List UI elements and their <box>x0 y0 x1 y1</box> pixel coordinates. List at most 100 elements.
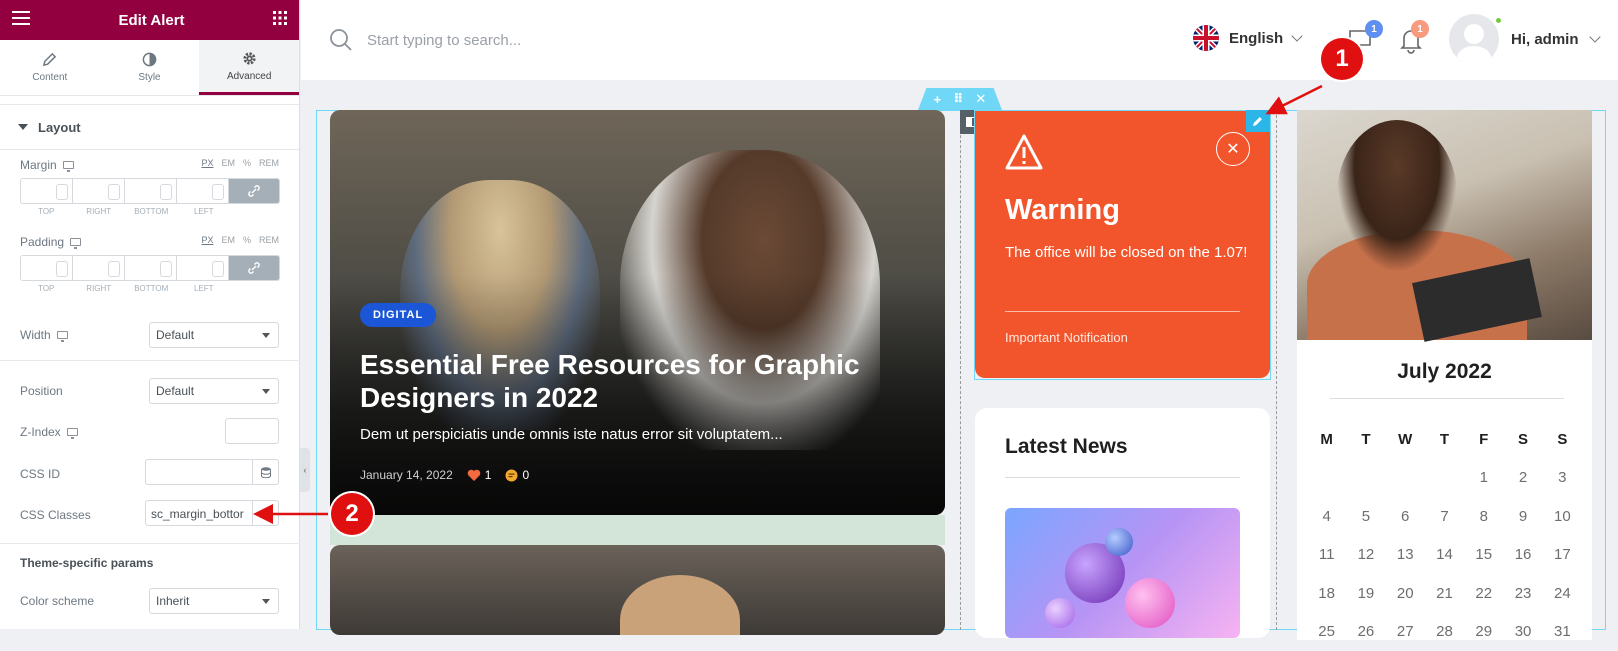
margin-right-input[interactable] <box>73 179 125 203</box>
padding-right-input[interactable] <box>73 256 125 280</box>
padding-units: PX EM % REM <box>201 235 279 245</box>
day-cell[interactable]: 25 <box>1307 623 1346 640</box>
day-cell[interactable]: 14 <box>1425 546 1464 563</box>
tab-advanced[interactable]: Advanced <box>199 40 299 95</box>
unit-em[interactable]: EM <box>221 235 235 245</box>
panel-header: Edit Alert <box>0 0 299 40</box>
editor-panel: Edit Alert Content Style Advanced Layout… <box>0 0 300 629</box>
link-values-icon[interactable] <box>229 179 279 203</box>
day-cell[interactable]: 9 <box>1503 508 1542 525</box>
day-cell[interactable]: 7 <box>1425 508 1464 525</box>
day-cell[interactable]: 28 <box>1425 623 1464 640</box>
day-cell[interactable]: 31 <box>1543 623 1582 640</box>
day-cell[interactable]: 18 <box>1307 585 1346 602</box>
edit-widget-button[interactable] <box>1246 110 1270 132</box>
greeting-text: Hi, <box>1511 31 1530 48</box>
day-cell[interactable]: 13 <box>1386 546 1425 563</box>
margin-left-input[interactable] <box>177 179 229 203</box>
desktop-icon[interactable] <box>67 428 78 436</box>
apps-grid-icon[interactable] <box>273 11 287 30</box>
desktop-icon[interactable] <box>70 238 81 246</box>
margin-label: Margin <box>20 158 57 172</box>
day-cell[interactable]: 5 <box>1346 508 1385 525</box>
desktop-icon[interactable] <box>57 331 68 339</box>
side-label: RIGHT <box>73 207 126 216</box>
category-badge[interactable]: DIGITAL <box>360 303 436 327</box>
day-cell[interactable]: 11 <box>1307 546 1346 563</box>
css-classes-input[interactable]: sc_margin_bottor <box>145 500 279 526</box>
section-handle[interactable]: + ⠿ ✕ <box>918 88 1002 110</box>
unit-percent[interactable]: % <box>243 158 251 168</box>
search-input[interactable]: Start typing to search... <box>367 32 521 49</box>
day-cell[interactable]: 4 <box>1307 508 1346 525</box>
day-cell[interactable]: 1 <box>1464 469 1503 486</box>
post-excerpt: Dem ut perspiciatis unde omnis iste natu… <box>360 426 783 443</box>
layout-section-header[interactable]: Layout <box>0 104 299 150</box>
day-cell[interactable]: 16 <box>1503 546 1542 563</box>
day-cell[interactable]: 23 <box>1503 585 1542 602</box>
day-cell[interactable]: 3 <box>1543 469 1582 486</box>
day-cell[interactable]: 12 <box>1346 546 1385 563</box>
day-cell[interactable]: 24 <box>1543 585 1582 602</box>
day-cell[interactable]: 8 <box>1464 508 1503 525</box>
side-label: TOP <box>20 207 73 216</box>
featured-post-card[interactable]: DIGITAL Essential Free Resources for Gra… <box>330 110 945 515</box>
day-cell[interactable]: 27 <box>1386 623 1425 640</box>
drag-handle-icon[interactable]: ⠿ <box>953 91 963 107</box>
padding-control: Padding PX EM % REM TOP RIGHT BOTTOM LEF… <box>20 233 279 297</box>
likes[interactable]: 1 <box>467 468 492 482</box>
news-thumbnail[interactable] <box>1005 508 1240 638</box>
add-section-icon[interactable]: + <box>934 92 942 107</box>
padding-top-input[interactable] <box>21 256 73 280</box>
delete-section-icon[interactable]: ✕ <box>975 91 986 107</box>
color-scheme-select[interactable]: Inherit <box>149 588 279 614</box>
zindex-input[interactable] <box>225 418 279 444</box>
unit-percent[interactable]: % <box>243 235 251 245</box>
notifications-button[interactable]: 1 <box>1397 26 1427 56</box>
position-select[interactable]: Default <box>149 378 279 404</box>
widget-outline <box>974 110 1271 380</box>
user-menu[interactable]: Hi, admin <box>1449 14 1599 64</box>
desktop-icon[interactable] <box>63 161 74 169</box>
dynamic-tags-icon[interactable] <box>252 460 278 484</box>
tab-style-label: Style <box>138 72 160 83</box>
css-id-input[interactable] <box>145 459 279 485</box>
language-switcher[interactable]: English <box>1193 25 1301 51</box>
day-cell[interactable]: 22 <box>1464 585 1503 602</box>
comment-icon <box>505 469 518 482</box>
day-cell[interactable]: 29 <box>1464 623 1503 640</box>
annotation-marker-1: 1 <box>1321 38 1363 80</box>
day-cell[interactable]: 19 <box>1346 585 1385 602</box>
padding-bottom-input[interactable] <box>125 256 177 280</box>
tab-style[interactable]: Style <box>100 40 200 95</box>
day-cell[interactable]: 21 <box>1425 585 1464 602</box>
css-classes-addon <box>252 501 278 525</box>
day-cell[interactable]: 2 <box>1503 469 1542 486</box>
unit-rem[interactable]: REM <box>259 158 279 168</box>
search-bar[interactable]: Start typing to search... <box>329 28 521 52</box>
collapse-panel-button[interactable]: ‹ <box>300 448 310 492</box>
comments[interactable]: 0 <box>505 468 529 482</box>
link-values-icon[interactable] <box>229 256 279 280</box>
section-background <box>330 515 945 545</box>
unit-px[interactable]: PX <box>201 235 213 245</box>
post-title[interactable]: Essential Free Resources for Graphic Des… <box>360 348 900 414</box>
padding-left-input[interactable] <box>177 256 229 280</box>
day-cell[interactable]: 6 <box>1386 508 1425 525</box>
post-card[interactable] <box>330 545 945 635</box>
margin-side-labels: TOP RIGHT BOTTOM LEFT <box>20 207 230 216</box>
day-cell[interactable]: 15 <box>1464 546 1503 563</box>
tab-content[interactable]: Content <box>0 40 100 95</box>
margin-top-input[interactable] <box>21 179 73 203</box>
day-cell[interactable]: 30 <box>1503 623 1542 640</box>
unit-em[interactable]: EM <box>221 158 235 168</box>
hamburger-menu-icon[interactable] <box>12 11 30 30</box>
margin-bottom-input[interactable] <box>125 179 177 203</box>
day-cell[interactable]: 26 <box>1346 623 1385 640</box>
day-cell[interactable]: 17 <box>1543 546 1582 563</box>
unit-px[interactable]: PX <box>201 158 213 168</box>
unit-rem[interactable]: REM <box>259 235 279 245</box>
width-select[interactable]: Default <box>149 322 279 348</box>
day-cell[interactable]: 20 <box>1386 585 1425 602</box>
day-cell[interactable]: 10 <box>1543 508 1582 525</box>
